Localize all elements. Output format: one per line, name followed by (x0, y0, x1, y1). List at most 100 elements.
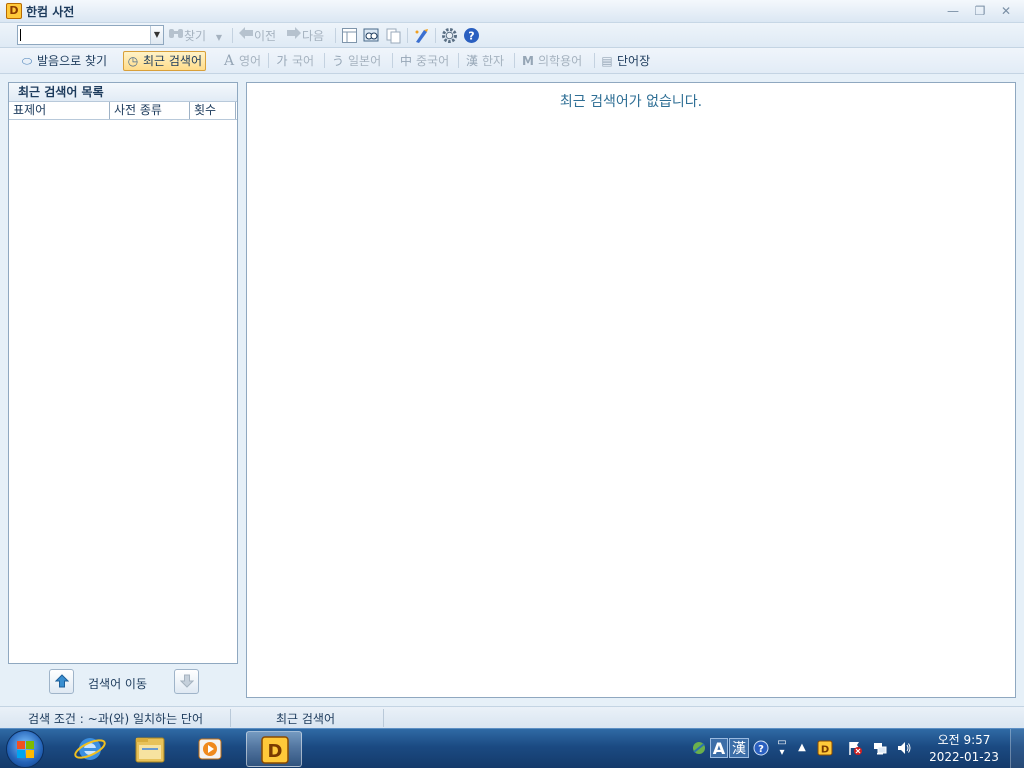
tab-recent-search[interactable]: ◷ 최근 검색어 (123, 51, 207, 71)
text-cursor (20, 29, 21, 41)
tab-chinese[interactable]: 中 중국어 (399, 51, 449, 71)
network-icon[interactable] (871, 738, 889, 758)
windows-logo-icon (17, 741, 35, 759)
column-headword[interactable]: 표제어 (9, 102, 110, 119)
tab-separator (514, 53, 515, 68)
ime-english-indicator[interactable]: A (710, 738, 728, 758)
help-icon[interactable]: ? (463, 27, 480, 44)
find-button[interactable]: 찾기 ▼ (168, 26, 222, 44)
search-move-row: 검색어 이동 (8, 668, 238, 698)
wordbook-icon: ▤ (601, 54, 613, 68)
move-down-button[interactable] (174, 669, 199, 694)
app-logo-icon: D (6, 3, 22, 19)
restore-button[interactable]: ❐ (972, 4, 988, 18)
toolbar-separator (435, 28, 436, 43)
folder-icon (135, 737, 165, 763)
tab-label: 국어 (292, 54, 315, 68)
tab-separator (594, 53, 595, 68)
recent-list-title: 최근 검색어 목록 (9, 83, 237, 102)
combo-dropdown-icon[interactable]: ▼ (150, 26, 163, 44)
dictionary-search-icon[interactable] (363, 27, 380, 44)
english-icon: A (223, 53, 235, 69)
svg-text:D: D (821, 745, 829, 756)
volume-icon[interactable] (895, 738, 913, 758)
tab-label: 최근 검색어 (143, 54, 203, 68)
taskbar-media-player[interactable] (182, 731, 238, 767)
close-button[interactable]: ✕ (998, 4, 1014, 18)
recent-search-icon: ◷ (127, 54, 139, 68)
empty-message: 최근 검색어가 없습니다. (559, 94, 703, 110)
prev-button[interactable]: 이전 (238, 26, 276, 44)
tab-separator (458, 53, 459, 68)
main-toolbar: ▼ 찾기 ▼ 이전 다음 ? (0, 23, 1024, 48)
show-desktop-button[interactable] (1010, 729, 1024, 768)
tab-label: 의학용어 (538, 54, 583, 68)
chinese-icon: 中 (399, 54, 412, 68)
toolbar-separator (232, 28, 233, 43)
clock[interactable]: 오전 9:57 2022-01-23 (922, 732, 1006, 766)
recent-list-body[interactable] (9, 121, 237, 663)
status-separator (230, 709, 231, 727)
svg-text:?: ? (758, 744, 764, 755)
copy-icon[interactable] (385, 27, 402, 44)
mode-status: 최근 검색어 (276, 712, 336, 726)
taskbar-internet-explorer[interactable] (62, 731, 118, 767)
ime-options-icon[interactable]: ▭ ▾ (775, 738, 789, 758)
language-bar-icon[interactable] (690, 738, 708, 758)
arrow-right-icon (286, 26, 302, 46)
ime-hanja-indicator[interactable]: 漢 (729, 738, 749, 758)
tab-separator (392, 53, 393, 68)
column-count[interactable]: 횟수 (190, 102, 236, 119)
title-bar: D 한컴 사전 — ❐ ✕ (0, 0, 1024, 23)
tab-label: 일본어 (348, 54, 382, 68)
hanja-icon: 漢 (465, 54, 478, 68)
tab-hanja[interactable]: 漢 한자 (465, 51, 504, 71)
recent-list-header: 표제어 사전 종류 횟수 (9, 102, 237, 120)
action-center-icon[interactable] (846, 738, 864, 758)
medical-icon: M (522, 54, 534, 68)
media-player-icon (198, 738, 222, 760)
tab-label: 영어 (239, 54, 262, 68)
show-hidden-icons-icon[interactable]: ▲ (795, 738, 809, 758)
tab-english[interactable]: A 영어 (222, 51, 261, 71)
svg-text:?: ? (468, 30, 474, 43)
tab-pronunciation-search[interactable]: ⬭ 발음으로 찾기 (20, 51, 107, 71)
ime-help-icon[interactable]: ? (752, 738, 770, 758)
tab-separator (324, 53, 325, 68)
clock-date: 2022-01-23 (929, 750, 999, 764)
tab-label: 단어장 (617, 54, 651, 68)
column-dictionary-type[interactable]: 사전 종류 (110, 102, 190, 119)
tab-korean[interactable]: 가 국어 (275, 51, 314, 71)
tab-japanese[interactable]: う 일본어 (331, 51, 381, 71)
hancom-dictionary-icon: D (261, 736, 289, 764)
next-button[interactable]: 다음 (286, 26, 324, 44)
find-dropdown-icon[interactable]: ▼ (216, 33, 222, 42)
recent-search-panel: 최근 검색어 목록 표제어 사전 종류 횟수 (8, 82, 238, 664)
find-label: 찾기 (184, 29, 207, 43)
dictionary-tabs-bar: ⬭ 발음으로 찾기 ◷ 최근 검색어 A 영어 가 국어 う 일본어 中 중국어 漢 한자 M… (0, 48, 1024, 74)
highlight-icon[interactable] (413, 27, 430, 44)
binoculars-icon (168, 26, 184, 46)
start-button[interactable] (6, 730, 44, 768)
move-up-button[interactable] (49, 669, 74, 694)
layout-icon[interactable] (341, 27, 358, 44)
tab-label: 중국어 (416, 54, 450, 68)
search-combobox[interactable]: ▼ (17, 25, 164, 45)
tab-wordbook[interactable]: ▤ 단어장 (600, 51, 650, 71)
next-label: 다음 (302, 29, 325, 43)
search-condition-status: 검색 조건 : ~과(와) 일치하는 단어 (28, 712, 204, 726)
toolbar-separator (407, 28, 408, 43)
taskbar: D A 漢 ? ▭ ▾ ▲ D 오전 9:57 2022-01-23 (0, 728, 1024, 768)
tab-medical-terms[interactable]: M 의학용어 (521, 51, 582, 71)
arrow-left-icon (238, 26, 254, 46)
minimize-button[interactable]: — (945, 4, 961, 18)
gear-icon[interactable] (441, 27, 458, 44)
internet-explorer-icon (74, 738, 106, 760)
hancom-tray-icon[interactable]: D (816, 738, 834, 758)
clock-time: 오전 9:57 (937, 733, 991, 747)
search-move-label: 검색어 이동 (88, 677, 148, 691)
taskbar-hancom-dictionary[interactable]: D (246, 731, 302, 767)
window-title: 한컴 사전 (26, 5, 75, 19)
korean-icon: 가 (276, 54, 288, 68)
taskbar-file-explorer[interactable] (122, 731, 178, 767)
